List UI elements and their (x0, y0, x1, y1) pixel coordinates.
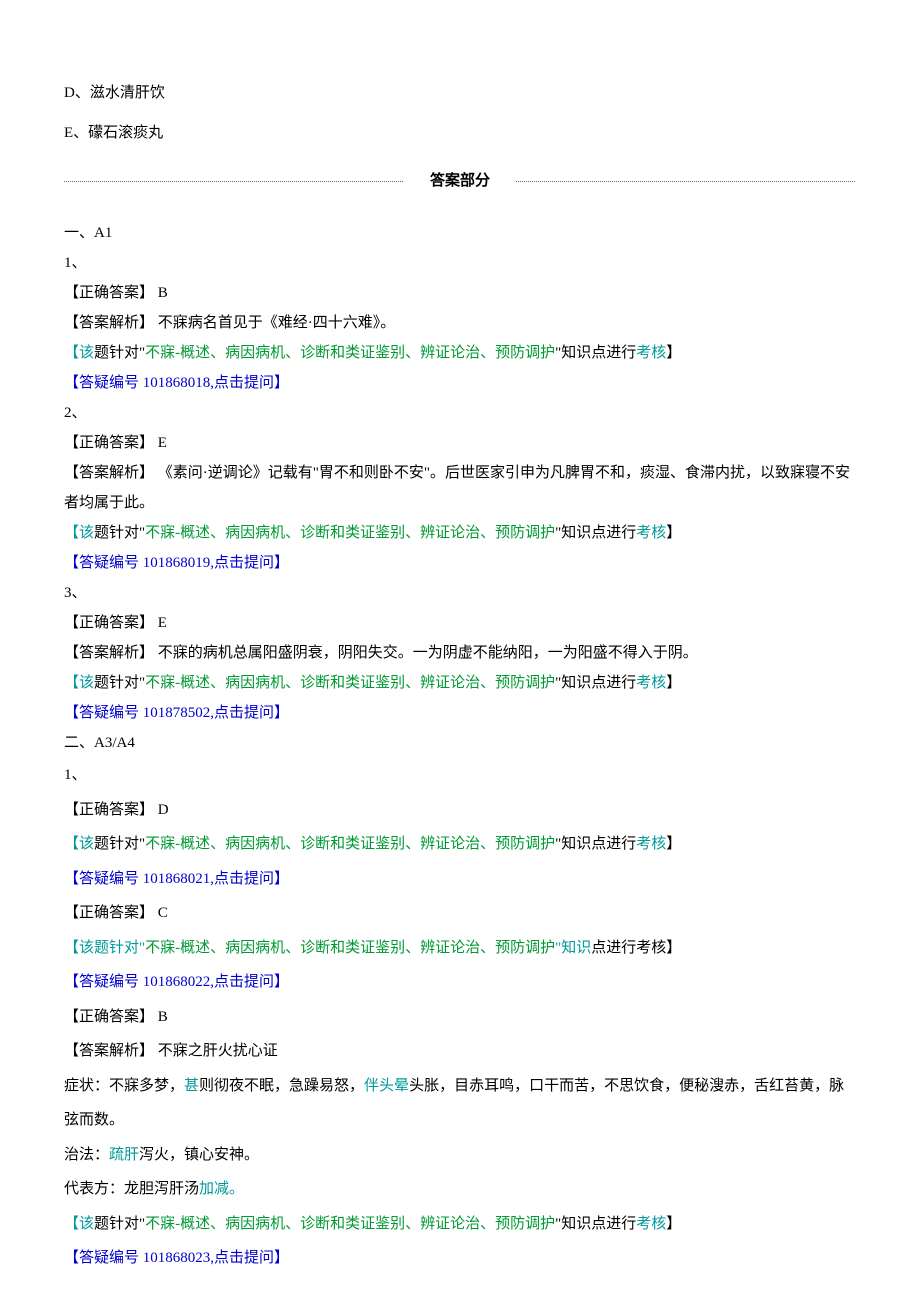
note-text: 题针对" (94, 1216, 145, 1232)
symptom-text: 则彻夜不眠，急躁易怒， (199, 1078, 364, 1094)
answer-block-3: 3、 【正确答案】 E 【答案解析】 不寐的病机总属阳盛阴衰，阴阳失交。一为阴虚… (64, 578, 856, 728)
symptom-highlight: 甚 (184, 1078, 199, 1094)
question-number: 1、 (64, 758, 856, 793)
note-text: "知识点进行 (555, 345, 636, 361)
note-text: 题针对" (94, 345, 145, 361)
correct-answer: 【正确答案】 E (64, 428, 856, 458)
note-text: 题针对" (94, 675, 145, 691)
symptom-text: 症状：不寐多梦， (64, 1078, 184, 1094)
note-text: "知识 (555, 940, 591, 956)
question-link[interactable]: 【答疑编号 101868019,点击提问】 (64, 548, 856, 578)
note-bracket: 【该 (64, 1216, 94, 1232)
note-bracket: 】 (666, 675, 681, 691)
answer-block-1: 1、 【正确答案】 B 【答案解析】 不寐病名首见于《难经·四十六难》。 【该题… (64, 248, 856, 398)
note-topic: 不寐-概述、病因病机、诊断和类证鉴别、辨证论治、预防调护 (145, 345, 555, 361)
question-number: 2、 (64, 398, 856, 428)
note-exam: 考核 (636, 345, 666, 361)
question-link[interactable]: 【答疑编号 101868021,点击提问】 (64, 862, 856, 897)
topic-note: 【该题针对"不寐-概述、病因病机、诊断和类证鉴别、辨证论治、预防调护"知识点进行… (64, 827, 856, 862)
topic-note: 【该题针对"不寐-概述、病因病机、诊断和类证鉴别、辨证论治、预防调护"知识点进行… (64, 931, 856, 966)
note-topic: 不寐-概述、病因病机、诊断和类证鉴别、辨证论治、预防调护 (145, 836, 555, 852)
category-a3a4: 二、A3/A4 (64, 728, 856, 758)
divider-right (516, 181, 856, 182)
correct-answer: 【正确答案】 E (64, 608, 856, 638)
note-exam: 考核 (636, 1216, 666, 1232)
formula-line: 代表方：龙胆泻肝汤加减。 (64, 1172, 856, 1207)
topic-note: 【该题针对"不寐-概述、病因病机、诊断和类证鉴别、辨证论治、预防调护"知识点进行… (64, 338, 856, 368)
answer-section-label: 答案部分 (430, 173, 490, 189)
note-topic: 不寐-概述、病因病机、诊断和类证鉴别、辨证论治、预防调护 (145, 525, 555, 541)
correct-answer: 【正确答案】 B (64, 1000, 856, 1035)
question-link[interactable]: 【答疑编号 101868018,点击提问】 (64, 368, 856, 398)
note-topic: 不寐-概述、病因病机、诊断和类证鉴别、辨证论治、预防调护 (145, 675, 555, 691)
note-text: 题针对" (94, 525, 145, 541)
note-bracket: 【该 (64, 525, 94, 541)
answer-explanation: 【答案解析】 不寐病名首见于《难经·四十六难》。 (64, 308, 856, 338)
symptom-line: 症状：不寐多梦，甚则彻夜不眠，急躁易怒，伴头晕头胀，目赤耳鸣，口干而苦，不思饮食… (64, 1069, 856, 1138)
note-bracket: 】 (666, 836, 681, 852)
formula-highlight: 加减。 (199, 1181, 244, 1197)
question-number: 1、 (64, 248, 856, 278)
correct-answer: 【正确答案】 C (64, 896, 856, 931)
correct-answer: 【正确答案】 D (64, 793, 856, 828)
note-text: "知识点进行 (555, 1216, 636, 1232)
option-e: E、礞石滚痰丸 (64, 118, 856, 148)
divider-left (64, 181, 404, 182)
note-exam: 考核 (636, 675, 666, 691)
note-bracket: 】 (666, 345, 681, 361)
note-text: "知识点进行 (555, 675, 636, 691)
note-bracket: 】 (666, 525, 681, 541)
document-page: D、滋水清肝饮 E、礞石滚痰丸 答案部分 一、A1 1、 【正确答案】 B 【答… (0, 0, 920, 1316)
note-bracket: 【该题针对" (64, 940, 145, 956)
note-bracket: 【该 (64, 675, 94, 691)
topic-note: 【该题针对"不寐-概述、病因病机、诊断和类证鉴别、辨证论治、预防调护"知识点进行… (64, 518, 856, 548)
symptom-highlight: 伴头晕 (364, 1078, 409, 1094)
note-text: "知识点进行 (555, 525, 636, 541)
category-a1: 一、A1 (64, 218, 856, 248)
formula-text: 代表方：龙胆泻肝汤 (64, 1181, 199, 1197)
note-text: "知识点进行 (555, 836, 636, 852)
note-exam: 考核 (636, 525, 666, 541)
note-bracket: 】 (666, 1216, 681, 1232)
note-exam: 考核 (636, 836, 666, 852)
answer-block-a34: 1、 【正确答案】 D 【该题针对"不寐-概述、病因病机、诊断和类证鉴别、辨证论… (64, 758, 856, 1276)
question-number: 3、 (64, 578, 856, 608)
treatment-line: 治法：疏肝泻火，镇心安神。 (64, 1138, 856, 1173)
answer-explanation: 【答案解析】 不寐之肝火扰心证 (64, 1034, 856, 1069)
note-text: 点进行考核】 (591, 940, 681, 956)
treatment-label: 治法： (64, 1147, 109, 1163)
note-bracket: 【该 (64, 345, 94, 361)
topic-note: 【该题针对"不寐-概述、病因病机、诊断和类证鉴别、辨证论治、预防调护"知识点进行… (64, 1207, 856, 1242)
note-bracket: 【该 (64, 836, 94, 852)
question-link[interactable]: 【答疑编号 101868022,点击提问】 (64, 965, 856, 1000)
treatment-text: 泻火，镇心安神。 (139, 1147, 259, 1163)
note-topic: 不寐-概述、病因病机、诊断和类证鉴别、辨证论治、预防调护 (145, 940, 555, 956)
answer-explanation: 【答案解析】 不寐的病机总属阳盛阴衰，阴阳失交。一为阴虚不能纳阳，一为阳盛不得入… (64, 638, 856, 668)
option-d: D、滋水清肝饮 (64, 78, 856, 108)
treatment-highlight: 疏肝 (109, 1147, 139, 1163)
topic-note: 【该题针对"不寐-概述、病因病机、诊断和类证鉴别、辨证论治、预防调护"知识点进行… (64, 668, 856, 698)
note-text: 题针对" (94, 836, 145, 852)
note-topic: 不寐-概述、病因病机、诊断和类证鉴别、辨证论治、预防调护 (145, 1216, 555, 1232)
correct-answer: 【正确答案】 B (64, 278, 856, 308)
question-link[interactable]: 【答疑编号 101868023,点击提问】 (64, 1241, 856, 1276)
question-link[interactable]: 【答疑编号 101878502,点击提问】 (64, 698, 856, 728)
answer-explanation: 【答案解析】 《素问·逆调论》记载有"胃不和则卧不安"。后世医家引申为凡脾胃不和… (64, 458, 856, 518)
answer-block-2: 2、 【正确答案】 E 【答案解析】 《素问·逆调论》记载有"胃不和则卧不安"。… (64, 398, 856, 578)
answer-section-title: 答案部分 (64, 166, 856, 196)
